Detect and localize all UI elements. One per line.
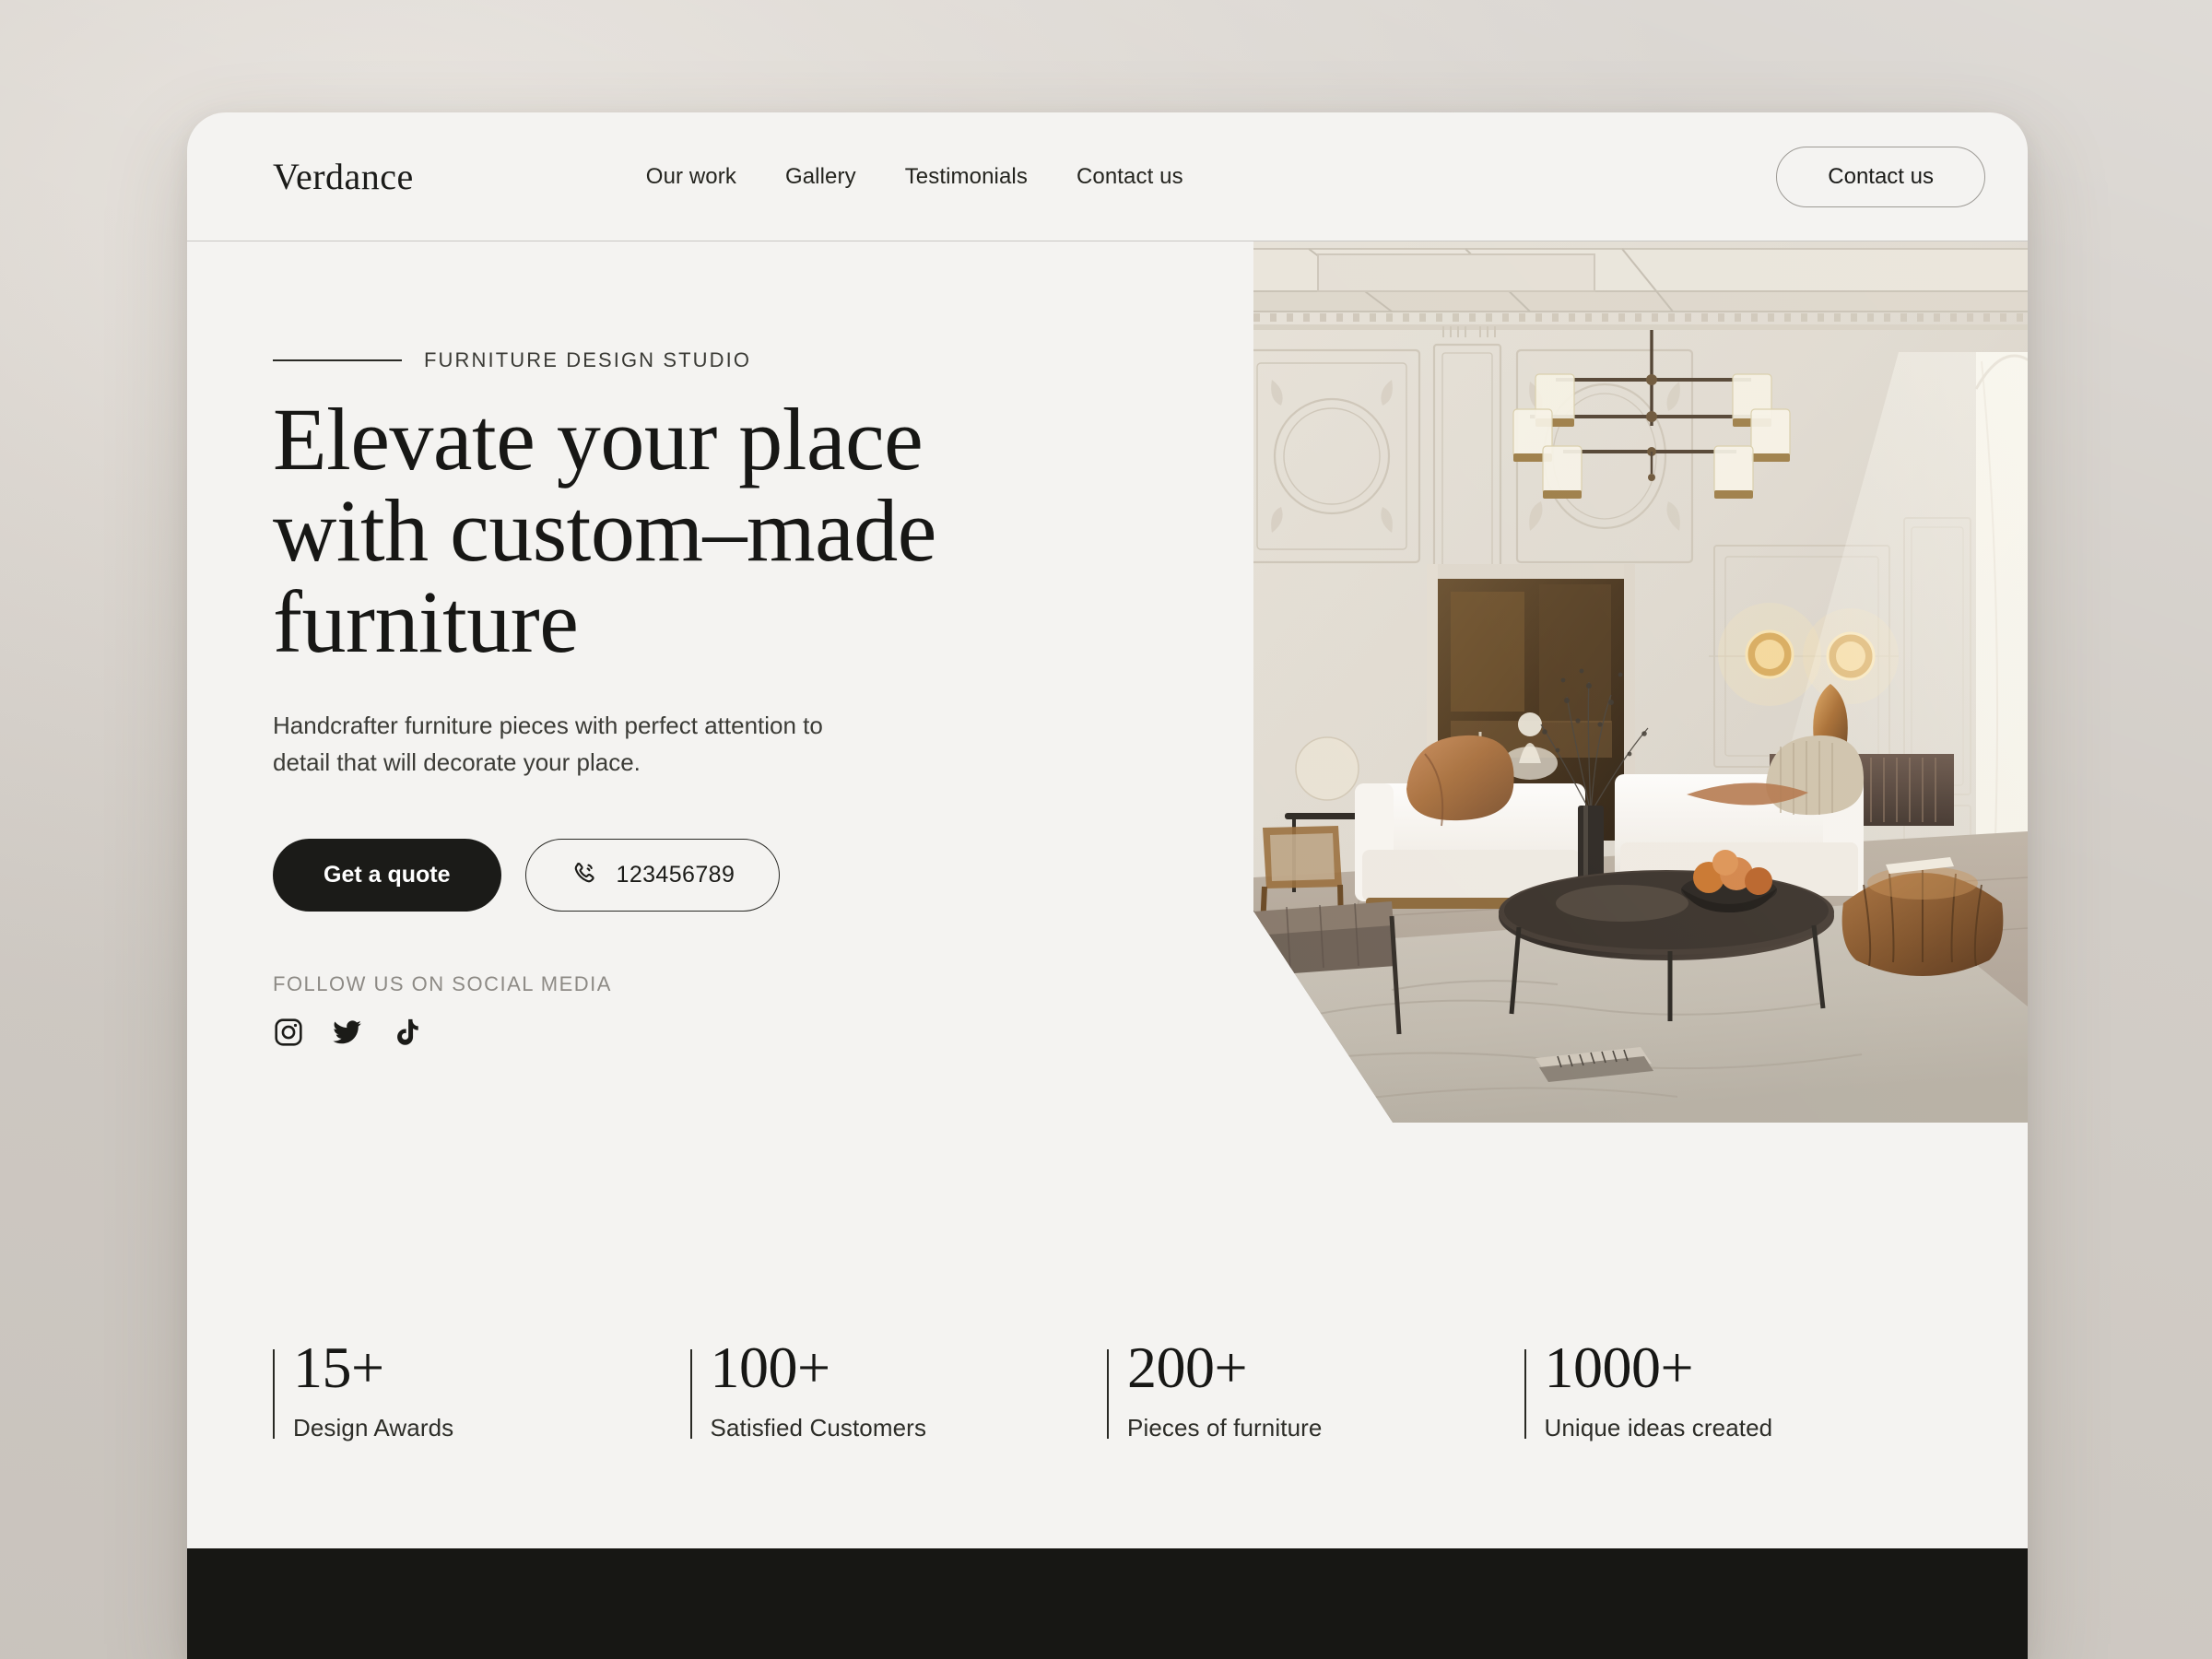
phone-number-label: 123456789 (616, 861, 735, 888)
brand-logo[interactable]: Verdance (273, 155, 414, 198)
twitter-icon[interactable] (332, 1017, 363, 1048)
stat-design-awards: 15+ Design Awards (273, 1338, 690, 1442)
eyebrow-label: FURNITURE DESIGN STUDIO (424, 348, 752, 371)
social-media-label: FOLLOW US ON SOCIAL MEDIA (273, 971, 612, 995)
tiktok-icon[interactable] (391, 1017, 422, 1048)
stat-value: 100+ (710, 1335, 831, 1400)
nav-item-our-work[interactable]: Our work (646, 164, 736, 190)
footer-band (187, 1548, 2028, 1659)
hero-actions: Get a quote 123456789 (273, 838, 1102, 912)
hero-section: FURNITURE DESIGN STUDIO Elevate your pla… (187, 241, 2028, 1441)
stat-unique-ideas: 1000+ Unique ideas created (1524, 1338, 1942, 1442)
stat-label: Unique ideas created (1544, 1414, 1773, 1441)
header-contact-us-button[interactable]: Contact us (1776, 146, 1985, 207)
social-links (273, 1017, 1102, 1048)
get-a-quote-button[interactable]: Get a quote (273, 838, 501, 912)
stat-value: 1000+ (1544, 1335, 1694, 1400)
nav-item-contact-us[interactable]: Contact us (1077, 164, 1183, 190)
stat-label: Design Awards (293, 1414, 454, 1441)
stat-value: 200+ (1127, 1335, 1248, 1400)
eyebrow-rule (273, 359, 402, 361)
stat-satisfied-customers: 100+ Satisfied Customers (689, 1335, 1108, 1442)
website-card: Verdance Our work Gallery Testimonials C… (187, 112, 2028, 1659)
phone-button[interactable]: 123456789 (524, 838, 781, 912)
nav-item-testimonials[interactable]: Testimonials (905, 164, 1028, 190)
stat-label: Satisfied Customers (710, 1414, 927, 1441)
instagram-icon[interactable] (273, 1017, 304, 1048)
hero-eyebrow: FURNITURE DESIGN STUDIO (273, 348, 1102, 372)
stat-value: 15+ (293, 1335, 384, 1400)
stat-pieces-of-furniture: 200+ Pieces of furniture (1107, 1338, 1524, 1442)
hero-description: Handcrafter furniture pieces with perfec… (273, 711, 823, 777)
main-navigation: Our work Gallery Testimonials Contact us (646, 164, 1183, 190)
nav-item-gallery[interactable]: Gallery (785, 164, 856, 190)
site-header: Verdance Our work Gallery Testimonials C… (187, 112, 2028, 241)
hero-content: FURNITURE DESIGN STUDIO Elevate your pla… (273, 348, 1102, 1048)
page-title: Elevate your place with custom–made furn… (273, 390, 936, 671)
phone-ring-icon (571, 860, 598, 890)
hero-image (1253, 241, 2028, 1123)
stats-row: 15+ Design Awards 100+ Satisfied Custome… (273, 1338, 1941, 1442)
stat-label: Pieces of furniture (1127, 1414, 1323, 1441)
